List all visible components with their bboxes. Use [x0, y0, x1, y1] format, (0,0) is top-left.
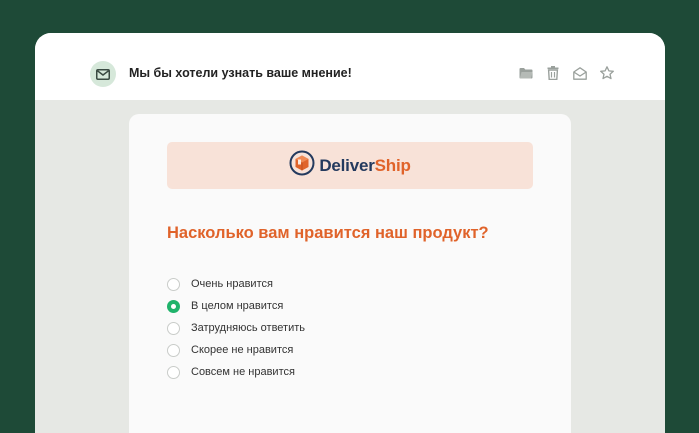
option-dislike[interactable]: Совсем не нравится [167, 361, 305, 383]
option-generally-like[interactable]: В целом нравится [167, 295, 305, 317]
folder-icon[interactable] [518, 65, 534, 81]
mail-header: Мы бы хотели узнать ваше мнение! [35, 33, 665, 100]
option-undecided[interactable]: Затрудняюсь ответить [167, 317, 305, 339]
radio-button-selected[interactable] [167, 299, 180, 313]
open-envelope-icon[interactable] [572, 65, 588, 81]
star-icon[interactable] [599, 65, 615, 81]
option-label: Затрудняюсь ответить [191, 322, 306, 334]
radio-button[interactable] [167, 343, 180, 357]
brand-name: DeliverShip [319, 155, 411, 175]
survey-card: DeliverShip Насколько вам нравится наш п… [129, 114, 571, 433]
option-rather-dislike[interactable]: Скорее не нравится [167, 339, 305, 361]
email-window: Мы бы хотели узнать ваше мнение! Deliver… [35, 33, 665, 433]
radio-button[interactable] [167, 321, 180, 335]
brand-logo-icon [289, 150, 315, 181]
trash-icon[interactable] [545, 65, 561, 81]
option-label: Совсем не нравится [191, 366, 295, 378]
radio-button[interactable] [167, 277, 180, 291]
brand-banner: DeliverShip [167, 142, 533, 189]
mail-actions [518, 65, 615, 81]
option-label: В целом нравится [191, 300, 284, 312]
option-label: Очень нравится [191, 278, 273, 290]
answer-options: Очень нравится В целом нравится Затрудня… [167, 273, 305, 383]
option-very-like[interactable]: Очень нравится [167, 273, 305, 295]
option-label: Скорее не нравится [191, 344, 294, 356]
survey-question: Насколько вам нравится наш продукт? [167, 224, 489, 242]
radio-button[interactable] [167, 365, 180, 379]
mail-icon [90, 61, 116, 87]
email-subject: Мы бы хотели узнать ваше мнение! [129, 66, 352, 80]
